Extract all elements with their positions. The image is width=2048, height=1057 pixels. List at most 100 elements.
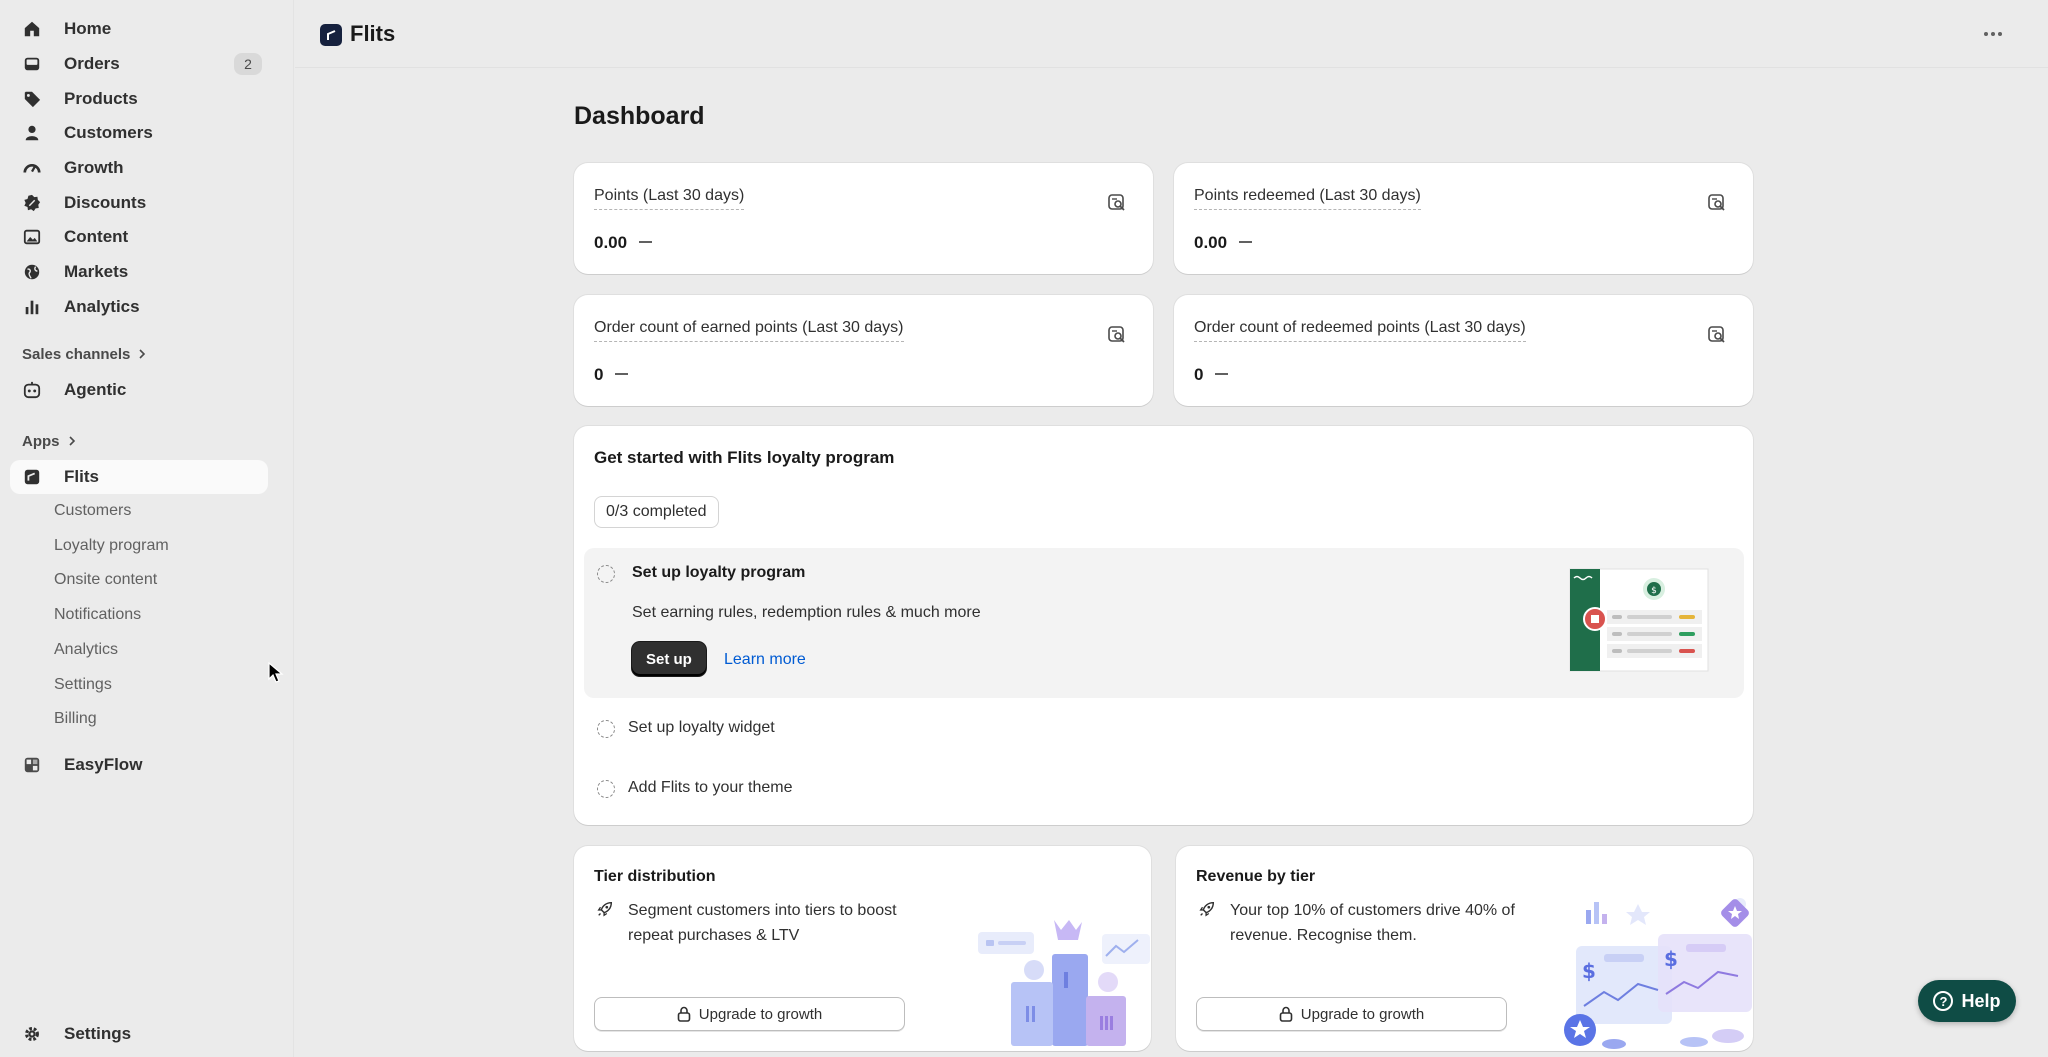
trend-dash — [615, 373, 629, 376]
learn-more-link[interactable]: Learn more — [724, 651, 806, 669]
svg-text:$: $ — [1651, 586, 1657, 596]
promo-text: Segment customers into tiers to boost re… — [628, 902, 897, 944]
nav-analytics-label: Analytics — [64, 297, 140, 316]
nav-agentic-label: Agentic — [64, 380, 127, 399]
upgrade-to-growth-button[interactable]: Upgrade to growth — [594, 997, 905, 1031]
gauge-icon — [22, 158, 42, 178]
nav-customers-label: Customers — [64, 123, 153, 142]
nav-easyflow[interactable]: EasyFlow — [10, 748, 268, 782]
flits-sub-billing[interactable]: Billing — [54, 710, 97, 728]
nav-content-label: Content — [64, 227, 129, 246]
nav-orders[interactable]: Orders 2 — [10, 47, 268, 81]
nav-discounts-label: Discounts — [64, 193, 147, 212]
nav-settings-label: Settings — [64, 1024, 132, 1043]
nav-markets[interactable]: Markets — [10, 255, 268, 289]
nav-home-label: Home — [64, 19, 112, 38]
tier-podium-illustration — [978, 920, 1150, 1046]
nav-easyflow-label: EasyFlow — [64, 755, 143, 774]
question-icon: ? — [1933, 991, 1954, 1011]
nav-agentic[interactable]: Agentic — [10, 373, 268, 407]
rocket-icon — [1199, 901, 1215, 917]
trend-dash — [639, 241, 653, 244]
nav-products[interactable]: Products — [10, 82, 268, 116]
nav-markets-label: Markets — [64, 262, 129, 281]
flits-sub-customers[interactable]: Customers — [54, 502, 131, 520]
nav-home[interactable]: Home — [10, 12, 268, 46]
apps-label: Apps — [22, 433, 60, 450]
nav-settings[interactable]: Settings — [10, 1017, 268, 1051]
promo-title: Revenue by tier — [1196, 868, 1316, 885]
task-title[interactable]: Set up loyalty widget — [628, 719, 775, 737]
task-description: Set earning rules, redemption rules & mu… — [632, 604, 981, 621]
explore-data-icon[interactable] — [1107, 325, 1127, 345]
apps-header[interactable]: Apps — [22, 433, 76, 450]
svg-text:$: $ — [1582, 959, 1596, 983]
task-incomplete-icon[interactable] — [597, 780, 615, 798]
page-title: Dashboard — [574, 102, 705, 130]
upgrade-to-growth-button[interactable]: Upgrade to growth — [1196, 997, 1507, 1031]
chevron-right-icon — [68, 433, 76, 450]
lock-icon — [1279, 1006, 1293, 1022]
metric-value: 0 — [594, 365, 629, 385]
upgrade-label: Upgrade to growth — [698, 1005, 823, 1023]
trend-dash — [1215, 373, 1229, 376]
metric-label[interactable]: Order count of redeemed points (Last 30 … — [1194, 319, 1526, 342]
orders-count-badge: 2 — [234, 53, 262, 75]
inbox-icon — [22, 54, 42, 74]
help-button[interactable]: ? Help — [1918, 980, 2016, 1022]
setup-button[interactable]: Set up — [632, 642, 706, 676]
flits-sub-settings[interactable]: Settings — [54, 676, 112, 694]
flits-sub-loyalty-program[interactable]: Loyalty program — [54, 537, 169, 555]
metric-card-order-count-earned: Order count of earned points (Last 30 da… — [574, 295, 1153, 406]
discount-icon — [22, 193, 42, 213]
globe-icon — [22, 262, 42, 282]
app-title: Flits — [350, 21, 396, 46]
bar-chart-icon — [22, 297, 42, 317]
metric-value: 0 — [1194, 365, 1229, 385]
task-title[interactable]: Set up loyalty program — [632, 564, 805, 582]
flits-sub-notifications[interactable]: Notifications — [54, 606, 141, 624]
sales-channels-header[interactable]: Sales channels — [22, 346, 146, 363]
robot-icon — [22, 380, 42, 400]
task-incomplete-icon[interactable] — [597, 565, 615, 583]
nav-growth[interactable]: Growth — [10, 151, 268, 185]
sidebar: Home Orders 2 Products Customers Growth … — [0, 0, 294, 1057]
nav-flits[interactable]: Flits — [10, 460, 268, 494]
rocket-icon — [597, 901, 613, 917]
revenue-by-tier-card: Revenue by tier Your top 10% of customer… — [1176, 846, 1753, 1051]
getting-started-card: Get started with Flits loyalty program 0… — [574, 426, 1753, 825]
chevron-right-icon — [138, 346, 146, 363]
flits-sub-analytics[interactable]: Analytics — [54, 641, 118, 659]
nav-analytics[interactable]: Analytics — [10, 290, 268, 324]
task-title[interactable]: Add Flits to your theme — [628, 779, 793, 797]
nav-flits-label: Flits — [64, 467, 99, 486]
promo-text: Your top 10% of customers drive 40% of r… — [1230, 902, 1515, 944]
upgrade-label: Upgrade to growth — [1300, 1005, 1425, 1023]
nav-orders-label: Orders — [64, 54, 120, 73]
metric-card-points: Points (Last 30 days) 0.00 — [574, 163, 1153, 274]
lock-icon — [677, 1006, 691, 1022]
task-setup-loyalty-expanded: Set up loyalty program Set earning rules… — [584, 548, 1744, 698]
metric-value: 0.00 — [594, 233, 653, 253]
svg-text:$: $ — [1664, 947, 1678, 971]
metric-label[interactable]: Order count of earned points (Last 30 da… — [594, 319, 904, 342]
image-icon — [22, 227, 42, 247]
task-incomplete-icon[interactable] — [597, 720, 615, 738]
metric-label[interactable]: Points redeemed (Last 30 days) — [1194, 187, 1421, 210]
easyflow-app-icon — [22, 755, 42, 775]
loyalty-program-illustration: $ — [1569, 568, 1709, 672]
nav-discounts[interactable]: Discounts — [10, 186, 268, 220]
flits-sub-onsite-content[interactable]: Onsite content — [54, 571, 157, 589]
explore-data-icon[interactable] — [1707, 193, 1727, 213]
app-header: Flits — [295, 0, 2048, 68]
explore-data-icon[interactable] — [1107, 193, 1127, 213]
metric-card-points-redeemed: Points redeemed (Last 30 days) 0.00 — [1174, 163, 1753, 274]
trend-dash — [1239, 241, 1253, 244]
more-actions-button[interactable] — [1978, 22, 2008, 46]
metric-label[interactable]: Points (Last 30 days) — [594, 187, 745, 210]
flits-app-icon — [22, 467, 42, 487]
help-label: Help — [1961, 990, 2001, 1011]
nav-content[interactable]: Content — [10, 220, 268, 254]
explore-data-icon[interactable] — [1707, 325, 1727, 345]
nav-customers[interactable]: Customers — [10, 116, 268, 150]
